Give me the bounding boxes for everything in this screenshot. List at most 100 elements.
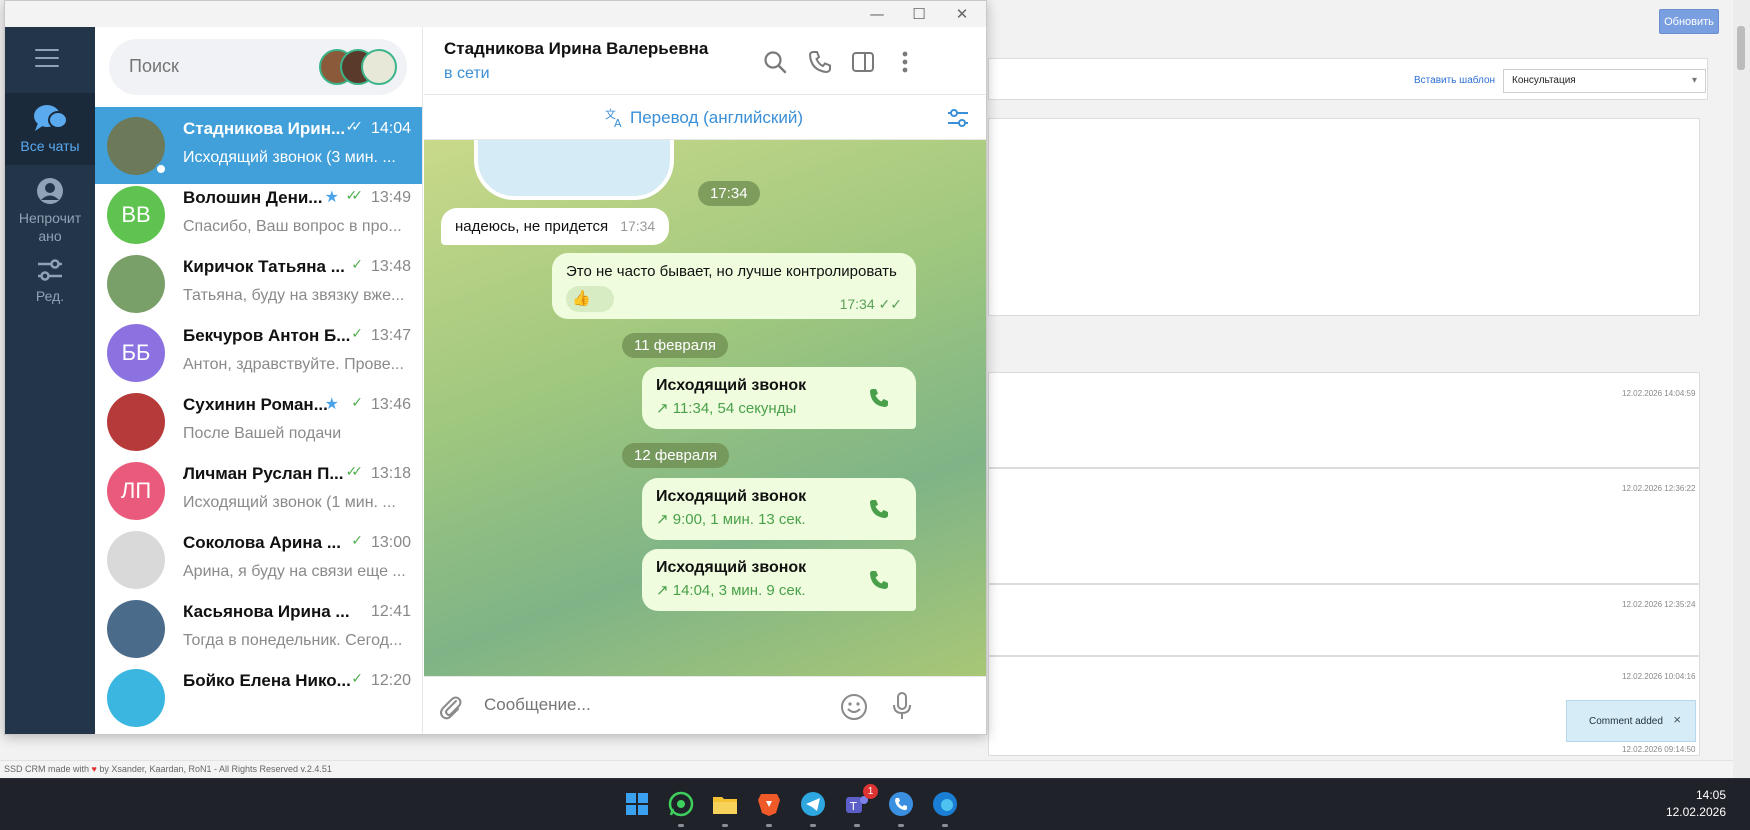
chat-time: 13:18 <box>370 465 411 482</box>
insert-template-link[interactable]: Вставить шаблон <box>1414 75 1495 86</box>
translate-bar[interactable]: 文 A Перевод (английский) <box>424 96 986 140</box>
chat-name: Личман Руслан П... <box>183 464 344 483</box>
call-back-phone-icon[interactable] <box>868 498 890 520</box>
comment-timestamp: 12.02.2026 10:04:16 <box>1622 672 1696 681</box>
file-explorer-icon[interactable] <box>710 789 740 819</box>
online-indicator <box>155 163 167 175</box>
footer-suffix: by Xsander, Kaardan, RoN1 - All Rights R… <box>99 764 332 774</box>
call-details: ↗ 11:34, 54 секунды <box>656 400 797 417</box>
teams-icon[interactable]: T 1 <box>842 784 878 819</box>
premium-star-icon: ★ <box>324 394 339 413</box>
check-icon: ✓ <box>351 671 362 687</box>
chat-time: 13:49 <box>370 189 411 206</box>
brave-browser-icon[interactable] <box>754 789 784 819</box>
search-icon[interactable] <box>762 49 788 75</box>
chat-preview: Антон, здравствуйте. Прове... <box>183 356 404 373</box>
search-box[interactable] <box>109 39 407 95</box>
message-input[interactable] <box>484 695 804 715</box>
softphone-icon[interactable] <box>886 789 916 819</box>
call-back-phone-icon[interactable] <box>868 387 890 409</box>
call-title: Исходящий звонок <box>656 559 807 576</box>
system-clock[interactable]: 14:05 12.02.2026 <box>1666 787 1726 821</box>
crm-scrollbar[interactable] <box>1733 0 1750 778</box>
minimize-button[interactable]: — <box>862 3 892 25</box>
chat-time: 12:41 <box>370 603 411 620</box>
search-input[interactable] <box>129 56 309 77</box>
folder-all-chats[interactable]: Все чаты <box>5 93 95 165</box>
chat-list-item[interactable]: Сухинин Роман... ★ ✓ 13:46 После Вашей подач… <box>95 383 422 460</box>
running-indicator <box>898 824 904 827</box>
call-message[interactable]: Исходящий звонок ↗ 11:34, 54 секунды <box>642 367 916 429</box>
chat-header[interactable]: Стадникова Ирина Валерьевна в сети <box>424 27 986 95</box>
conversation-pane: Стадникова Ирина Валерьевна в сети 文 A П… <box>424 27 986 734</box>
svg-text:A: A <box>614 117 622 128</box>
chat-preview: Исходящий звонок (3 мин. ... <box>183 149 396 166</box>
chat-list-item[interactable]: Касьянова Ирина ... 12:41 Тогда в понедель… <box>95 590 422 667</box>
translate-label[interactable]: Перевод (английский) <box>630 108 803 128</box>
chat-list-item[interactable]: ББ Бекчуров Антон Б... ✓ 13:47 Антон, здравс… <box>95 314 422 391</box>
outgoing-message[interactable]: Это не часто бывает, но лучше контролиро… <box>552 253 916 319</box>
close-window-button[interactable]: ✕ <box>947 3 977 25</box>
hamburger-menu-icon[interactable] <box>35 49 59 67</box>
chat-list-item[interactable]: Соколова Арина ... ✓ 13:00 Арина, я буду на… <box>95 521 422 598</box>
chat-time: 12:20 <box>370 672 411 689</box>
folder-edit[interactable]: Ред. <box>5 249 95 311</box>
call-message[interactable]: Исходящий звонок ↗ 9:00, 1 мин. 13 сек. <box>642 478 916 540</box>
call-back-phone-icon[interactable] <box>868 569 890 591</box>
crm-comment-card <box>988 372 1700 468</box>
chat-list-item[interactable]: ЛП Личман Руслан П... ✓✓ 13:18 Исходящий зво… <box>95 452 422 529</box>
folders-rail: Все чаты Непрочит ано Ред. <box>5 27 95 734</box>
chat-list-item[interactable]: Стадникова Ирин... ✓✓ 14:04 Исходящий звоно… <box>95 107 422 184</box>
call-message[interactable]: Исходящий звонок ↗ 14:04, 3 мин. 9 сек. <box>642 549 916 611</box>
toast-text: Comment added <box>1589 715 1663 727</box>
translate-settings-icon[interactable] <box>946 106 970 130</box>
reaction-thumbs-up[interactable]: 👍 <box>566 286 614 312</box>
chat-name: Стадникова Ирин... <box>183 119 346 138</box>
chat-list-item[interactable]: ВВ Волошин Дени... ★ ✓✓ 13:49 Спасибо, Ваш во… <box>95 176 422 253</box>
avatar <box>107 255 165 313</box>
chat-time: 13:46 <box>370 396 411 413</box>
crm-comment-card <box>988 584 1700 656</box>
emoji-icon[interactable] <box>840 693 868 721</box>
comment-added-toast: Comment added × <box>1566 700 1696 742</box>
chat-preview: Арина, я буду на связи еще ... <box>183 563 406 580</box>
story-avatar[interactable] <box>361 49 397 85</box>
folder-unread[interactable]: Непрочит ано <box>5 167 95 244</box>
chat-list-item[interactable]: Бойко Елена Нико... ✓ 12:20 <box>95 659 422 734</box>
message-text: надеюсь, не придется <box>455 218 609 235</box>
message-area[interactable]: 17:34 надеюсь, не придется 17:34 Это не ч… <box>424 140 986 676</box>
running-indicator <box>678 824 684 827</box>
avatar <box>107 669 165 727</box>
phone-icon[interactable] <box>807 49 833 75</box>
chat-list: Стадникова Ирин...✓✓14:04Исходящий звоно… <box>95 27 423 734</box>
window-titlebar[interactable]: — ☐ ✕ <box>5 1 986 27</box>
microphone-icon[interactable] <box>890 691 914 721</box>
chat-status: в сети <box>444 65 490 82</box>
message-composer <box>424 676 986 734</box>
stories-avatars[interactable] <box>319 49 397 85</box>
edge-browser-icon[interactable] <box>930 789 960 819</box>
comment-timestamp: 12.02.2026 09:14:50 <box>1622 745 1696 754</box>
toast-close-button[interactable]: × <box>1673 712 1681 727</box>
double-check-icon: ✓✓ <box>345 119 364 135</box>
template-select-value: Консультация <box>1512 75 1576 86</box>
call-details: ↗ 14:04, 3 мин. 9 сек. <box>656 582 806 599</box>
message-time: 17:34 <box>620 218 656 234</box>
template-select[interactable]: Консультация <box>1503 69 1706 93</box>
incoming-message[interactable]: надеюсь, не придется 17:34 <box>441 208 670 245</box>
crm-scrollbar-thumb[interactable] <box>1737 26 1745 70</box>
maximize-button[interactable]: ☐ <box>904 3 934 25</box>
chat-list-item[interactable]: Киричок Татьяна ... ✓ 13:48 Татьяна, буду н… <box>95 245 422 322</box>
check-icon: ✓ <box>351 533 362 549</box>
sidebar-toggle-icon[interactable] <box>850 49 876 75</box>
chat-title[interactable]: Стадникова Ирина Валерьевна <box>444 39 708 59</box>
chat-time: 13:48 <box>370 258 411 275</box>
more-options-icon[interactable] <box>892 49 918 75</box>
attach-icon[interactable] <box>438 693 464 721</box>
comment-timestamp: 12.02.2026 14:04:59 <box>1622 389 1696 398</box>
start-menu-icon[interactable] <box>622 789 652 819</box>
whatsapp-icon[interactable] <box>666 789 696 819</box>
refresh-button[interactable]: Обновить <box>1659 9 1719 34</box>
telegram-icon[interactable] <box>798 789 828 819</box>
telegram-window: — ☐ ✕ Все чаты Непрочит ано Ред. Поиск С… <box>4 0 987 735</box>
